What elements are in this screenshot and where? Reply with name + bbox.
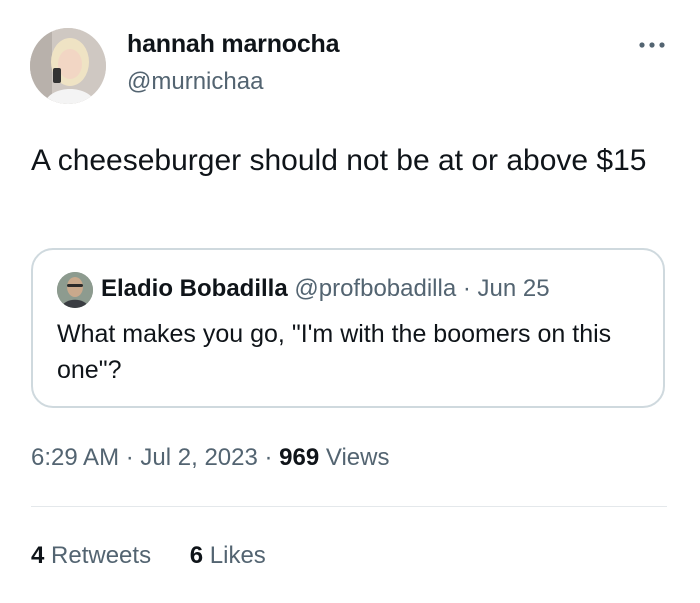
likes-count: 6 <box>189 542 204 569</box>
quoted-author-handle[interactable]: @profbobadilla <box>294 275 456 302</box>
retweets-count: 4 <box>31 542 45 569</box>
quoted-separator: · <box>462 275 471 302</box>
likes-stat[interactable]: 6 Likes <box>190 542 266 570</box>
views-label: Views <box>325 444 390 471</box>
quoted-tweet-card[interactable]: Eladio Bobadilla @profbobadilla · Jun 25… <box>31 248 665 408</box>
divider <box>31 506 667 507</box>
quoted-author-avatar[interactable] <box>57 272 93 308</box>
quoted-tweet-header: Eladio Bobadilla @profbobadilla · Jun 25 <box>101 275 550 303</box>
more-horizontal-icon[interactable] <box>636 38 668 52</box>
author-display-name[interactable]: hannah marnocha <box>127 30 340 59</box>
tweet-meta: 6:29 AM · Jul 2, 2023 · 969 Views <box>31 444 389 472</box>
engagement-stats: 4 Retweets 6 Likes <box>31 542 266 570</box>
author-handle[interactable]: @murnichaa <box>127 68 263 96</box>
tweet-time[interactable]: 6:29 AM <box>31 444 119 471</box>
views-count: 969 <box>279 444 320 471</box>
author-avatar[interactable] <box>30 28 106 104</box>
tweet-date[interactable]: Jul 2, 2023 <box>140 444 257 471</box>
retweets-stat[interactable]: 4 Retweets <box>31 542 151 570</box>
quoted-author-name[interactable]: Eladio Bobadilla <box>101 275 288 302</box>
quoted-date: Jun 25 <box>477 275 550 302</box>
quoted-tweet-text: What makes you go, "I'm with the boomers… <box>57 320 612 384</box>
likes-label: Likes <box>209 542 266 569</box>
meta-separator: · <box>125 444 134 471</box>
retweets-label: Retweets <box>51 542 152 569</box>
meta-separator: · <box>264 444 273 471</box>
tweet-text: A cheeseburger should not be at or above… <box>31 144 647 177</box>
